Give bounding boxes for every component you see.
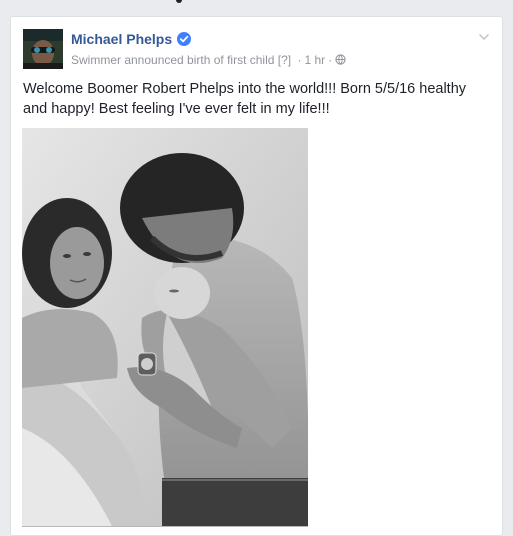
author-row: Michael Phelps — [71, 31, 192, 47]
overflow-dot — [176, 0, 182, 3]
post-card: Michael Phelps Swimmer announced birth o… — [10, 16, 503, 536]
globe-icon[interactable] — [335, 54, 346, 65]
help-marker[interactable]: [?] — [278, 53, 291, 67]
author-name[interactable]: Michael Phelps — [71, 31, 172, 47]
post-meta: Swimmer announced birth of first child [… — [71, 53, 346, 67]
post-body-text: Welcome Boomer Robert Phelps into the wo… — [23, 81, 467, 117]
post-subtitle: Swimmer announced birth of first child — [71, 53, 275, 67]
post-timestamp[interactable]: 1 hr — [304, 53, 325, 67]
meta-separator: · — [328, 53, 333, 67]
avatar[interactable] — [23, 29, 63, 69]
post-photo[interactable] — [22, 128, 308, 527]
verified-badge-icon — [177, 32, 192, 46]
top-strip — [0, 0, 513, 14]
chevron-down-icon[interactable] — [478, 31, 490, 43]
meta-separator: · — [297, 53, 302, 67]
